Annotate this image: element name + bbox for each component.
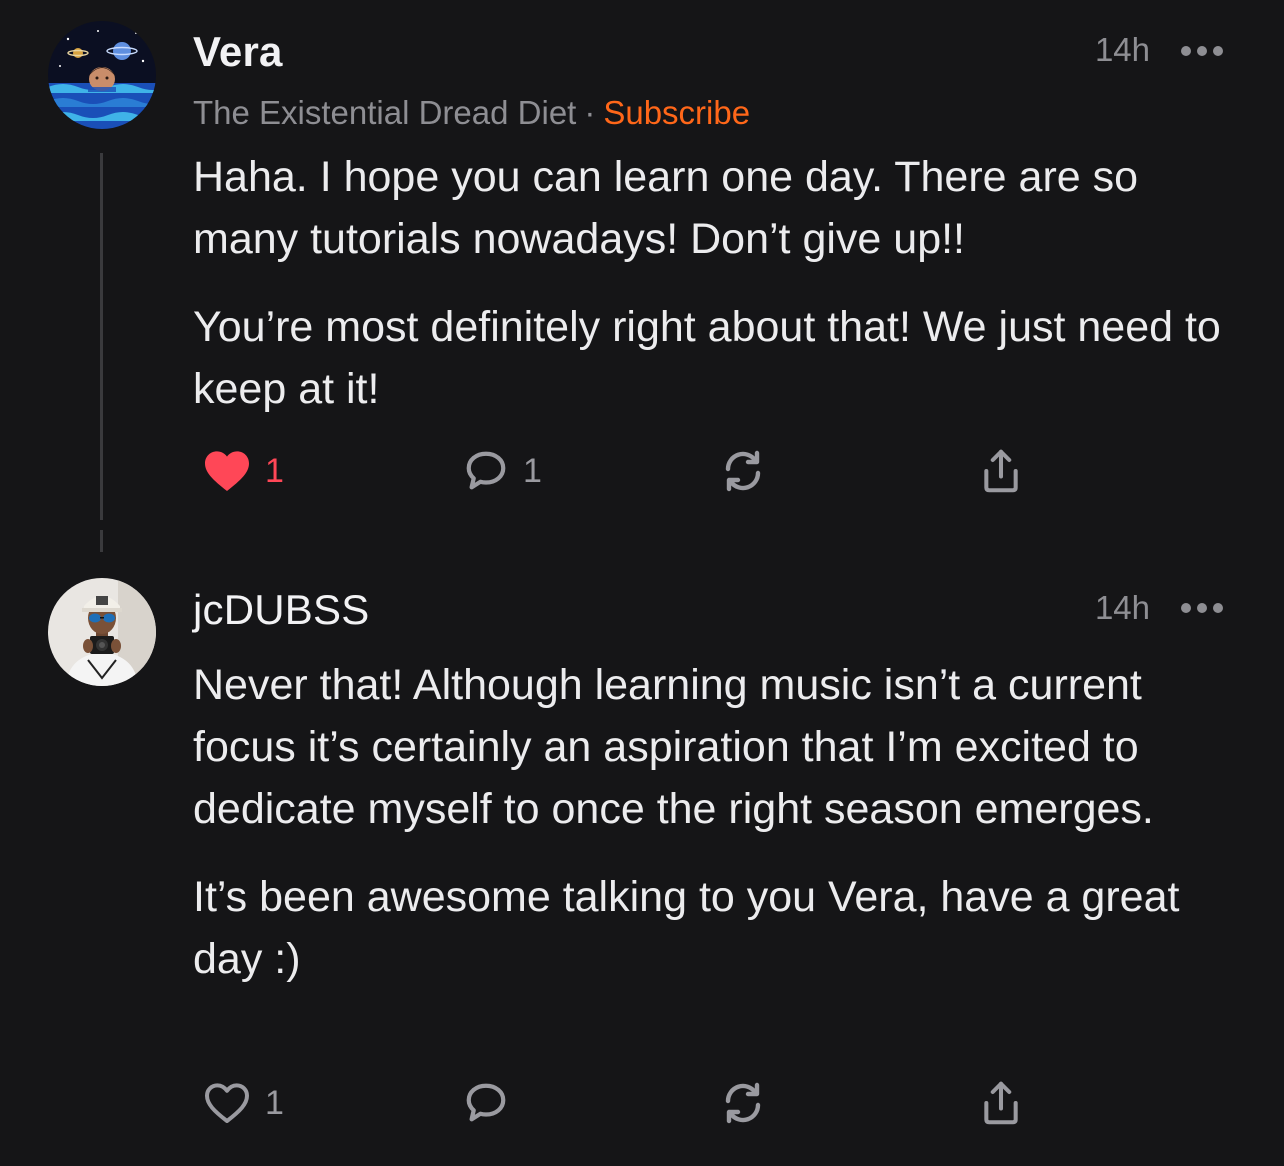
subscribe-link[interactable]: Subscribe: [603, 94, 750, 131]
share-icon: [984, 1081, 1018, 1125]
reply-count: 1: [523, 451, 542, 490]
comment-body: Never that! Although learning music isn’…: [193, 654, 1253, 1016]
restack-icon: [725, 450, 761, 492]
timestamp: 14h: [1094, 31, 1150, 68]
more-options-icon[interactable]: [1180, 44, 1224, 58]
author-name[interactable]: Vera: [193, 28, 283, 76]
avatar[interactable]: [48, 21, 156, 129]
thread-line-gap: [100, 530, 103, 552]
share-button[interactable]: [979, 441, 1023, 501]
comment-actions: 1: [193, 1073, 1093, 1133]
avatar[interactable]: [48, 578, 156, 686]
byline: The Existential Dread Diet · Subscribe: [193, 94, 750, 132]
timestamp: 14h: [1094, 589, 1150, 626]
heart-outline-icon: [205, 1083, 249, 1123]
restack-button[interactable]: [719, 1073, 767, 1133]
author-name[interactable]: jcDUBSS: [193, 586, 369, 634]
comment-paragraph: Haha. I hope you can learn one day. Ther…: [193, 153, 1139, 263]
comment-paragraph: Never that! Although learning music isn’…: [193, 661, 1154, 833]
share-button[interactable]: [979, 1073, 1023, 1133]
thread-line: [100, 153, 103, 520]
reply-button[interactable]: 1: [463, 441, 542, 501]
restack-icon: [725, 1082, 761, 1124]
like-count: 1: [265, 1083, 284, 1122]
comment-paragraph: You’re most definitely right about that!…: [193, 303, 1221, 413]
comment-jcdubss: jcDUBSS 14h Never that! Although learnin…: [0, 560, 1284, 1166]
byline-separator: ·: [584, 94, 596, 131]
comment-bubble-icon: [466, 1083, 506, 1122]
publication-name[interactable]: The Existential Dread Diet: [193, 94, 576, 131]
share-icon: [984, 449, 1018, 493]
comment-bubble-icon: [466, 451, 506, 490]
restack-button[interactable]: [719, 441, 767, 501]
comment-actions: 1 1: [193, 441, 1093, 501]
comment-vera: Vera 14h The Existential Dread Diet · Subs…: [0, 0, 1284, 560]
comment-paragraph: It’s been awesome talking to you Vera, h…: [193, 873, 1180, 983]
comment-body: Haha. I hope you can learn one day. Ther…: [193, 146, 1253, 446]
more-options-icon[interactable]: [1180, 601, 1224, 615]
like-button[interactable]: 1: [203, 1073, 284, 1133]
reply-button[interactable]: [463, 1073, 509, 1133]
like-count: 1: [265, 451, 284, 490]
like-button[interactable]: 1: [203, 441, 284, 501]
heart-filled-icon: [205, 451, 249, 491]
